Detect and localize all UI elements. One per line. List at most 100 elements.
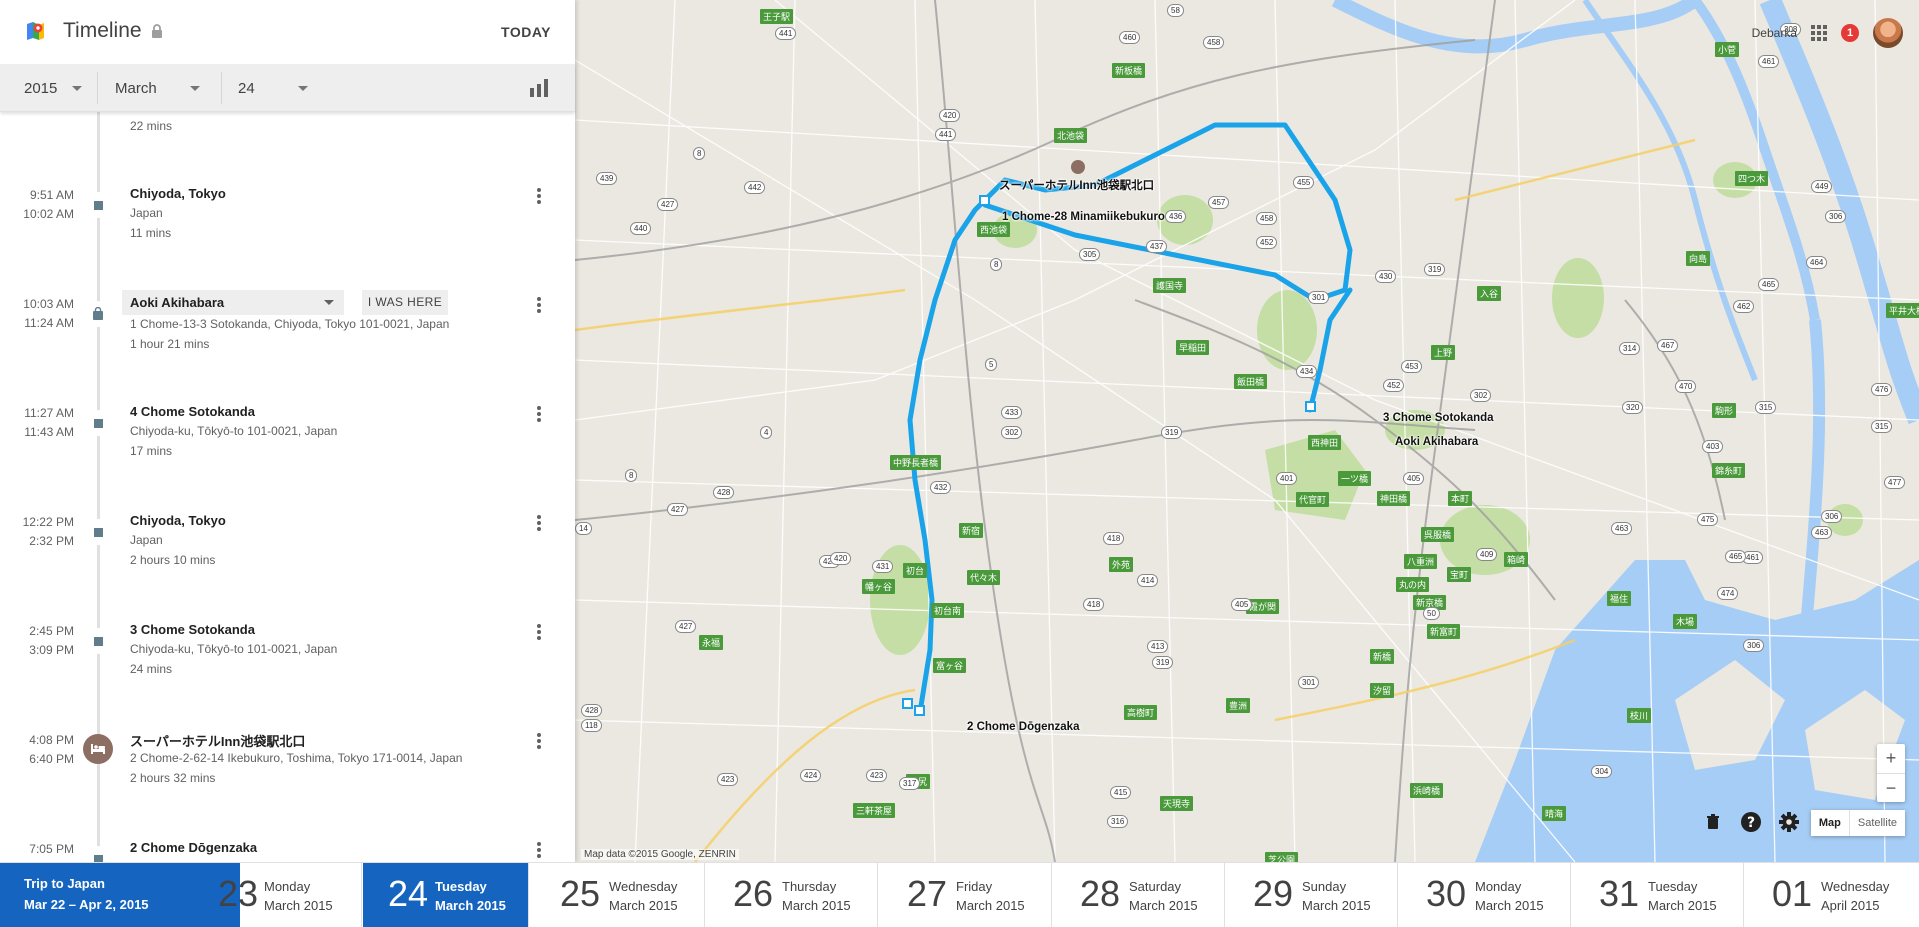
day-tile[interactable]: 23 Monday March 2015 xyxy=(218,863,362,927)
more-vert-icon[interactable] xyxy=(530,403,548,425)
bar-chart-icon[interactable] xyxy=(529,78,549,98)
map-place-label[interactable]: スーパーホテルInn池袋駅北口 xyxy=(999,177,1154,193)
more-vert-icon[interactable] xyxy=(530,185,548,207)
day-tile[interactable]: 29 Sunday March 2015 xyxy=(1228,863,1398,927)
day-tile[interactable]: 27 Friday March 2015 xyxy=(882,863,1052,927)
day-tile[interactable]: 01 Wednesday April 2015 xyxy=(1747,863,1919,927)
map-station-label: 四つ木 xyxy=(1735,171,1769,186)
map-station-label: 芝公園 xyxy=(1265,852,1299,862)
map-route-shield: 462 xyxy=(1733,300,1755,313)
zoom-in-button[interactable]: + xyxy=(1877,744,1905,773)
map-station-label: 王子駅 xyxy=(760,9,794,24)
hotel-icon xyxy=(83,734,113,764)
map-station-label: 早稲田 xyxy=(1176,340,1210,355)
entry-address: 1 Chome-13-3 Sotokanda, Chiyoda, Tokyo 1… xyxy=(130,317,450,331)
map-route-shield: 302 xyxy=(1001,426,1023,439)
day-tile[interactable]: 25 Wednesday March 2015 xyxy=(535,863,705,927)
day-tile[interactable]: 31 Tuesday March 2015 xyxy=(1574,863,1744,927)
more-vert-icon[interactable] xyxy=(530,839,548,861)
more-vert-icon[interactable] xyxy=(530,730,548,752)
map-route-shield: 465 xyxy=(1758,278,1780,291)
day-weekday: Wednesday xyxy=(609,879,678,894)
gear-icon[interactable] xyxy=(1777,810,1801,834)
timeline-entry[interactable]: 10:03 AM 11:24 AM Aoki Akihabara I WAS H… xyxy=(0,290,575,394)
map-route-shield: 427 xyxy=(657,198,679,211)
map-route-shield: 465 xyxy=(1725,550,1747,563)
avatar[interactable] xyxy=(1873,18,1903,48)
entry-end-time: 3:09 PM xyxy=(29,643,74,657)
map-station-label: 三軒茶屋 xyxy=(853,803,896,818)
timeline-entry[interactable]: 7:05 PM 2 Chome Dōgenzaka xyxy=(0,839,575,862)
map-route-shield: 430 xyxy=(1375,270,1397,283)
entry-duration: 24 mins xyxy=(130,662,173,676)
trash-icon[interactable] xyxy=(1701,810,1725,834)
day-month: March 2015 xyxy=(1129,898,1198,913)
entry-name[interactable]: Chiyoda, Tokyo xyxy=(130,513,226,528)
timeline-entry[interactable]: 4:08 PM 6:40 PM スーパーホテルInn池袋駅北口 2 Chome-… xyxy=(0,730,575,830)
map-route-shield: 409 xyxy=(1476,548,1498,561)
map-route-shield: 317 xyxy=(899,777,921,790)
place-select[interactable]: Aoki Akihabara xyxy=(122,290,344,315)
map-place-label[interactable]: Aoki Akihabara xyxy=(1395,436,1478,448)
lock-icon xyxy=(152,24,162,38)
map-station-label: 錦糸町 xyxy=(1712,463,1746,478)
map-route-shield: 457 xyxy=(1208,196,1230,209)
timeline-entry[interactable]: 2:45 PM 3:09 PM 3 Chome Sotokanda Chiyod… xyxy=(0,621,575,721)
map-place-label[interactable]: 3 Chome Sotokanda xyxy=(1383,412,1494,424)
map-route-shield: 424 xyxy=(800,769,822,782)
map-type-satellite[interactable]: Satellite xyxy=(1848,810,1905,836)
more-vert-icon[interactable] xyxy=(530,512,548,534)
user-name[interactable]: Debarka xyxy=(1752,26,1797,40)
divider xyxy=(221,72,222,104)
notifications-badge[interactable]: 1 xyxy=(1841,24,1859,42)
divider xyxy=(97,72,98,104)
entry-end-time: 11:24 AM xyxy=(24,316,74,330)
timeline-list: 22 mins 9:51 AM 10:02 AM Chiyoda, Tokyo … xyxy=(0,112,575,862)
entry-name[interactable]: Chiyoda, Tokyo xyxy=(130,186,226,201)
map-route-shield: 403 xyxy=(1702,440,1724,453)
timeline-entry[interactable]: 11:27 AM 11:43 AM 4 Chome Sotokanda Chiy… xyxy=(0,403,575,503)
day-select[interactable]: 24 xyxy=(238,64,308,112)
map-route-shield: 434 xyxy=(1296,365,1318,378)
month-select[interactable]: March xyxy=(115,64,215,112)
timeline-entry[interactable]: 9:51 AM 10:02 AM Chiyoda, Tokyo Japan 11… xyxy=(0,185,575,285)
day-tile[interactable]: 26 Thursday March 2015 xyxy=(708,863,878,927)
help-icon[interactable]: ? xyxy=(1739,810,1763,834)
today-button[interactable]: TODAY xyxy=(501,24,551,40)
more-vert-icon[interactable] xyxy=(530,294,548,316)
day-weekday: Friday xyxy=(956,879,993,894)
trip-card[interactable]: Trip to Japan Mar 22 – Apr 2, 2015 xyxy=(0,863,240,927)
day-tile[interactable]: 28 Saturday March 2015 xyxy=(1055,863,1225,927)
google-maps-logo-icon[interactable] xyxy=(24,20,46,42)
map-canvas[interactable]: スーパーホテルInn池袋駅北口 1 Chome-28 Minamiikebuku… xyxy=(575,0,1919,862)
day-tile[interactable]: 30 Monday March 2015 xyxy=(1401,863,1571,927)
apps-grid-icon[interactable] xyxy=(1811,25,1827,41)
i-was-here-button[interactable]: I WAS HERE xyxy=(362,290,448,315)
map-place-label[interactable]: 1 Chome-28 Minamiikebukuro xyxy=(1002,211,1165,223)
timeline-entry[interactable]: 12:22 PM 2:32 PM Chiyoda, Tokyo Japan 2 … xyxy=(0,512,575,612)
entry-address: Chiyoda-ku, Tōkyō-to 101-0021, Japan xyxy=(130,424,338,438)
day-weekday: Thursday xyxy=(782,879,837,894)
chevron-down-icon xyxy=(72,86,82,91)
map-route-shield: 458 xyxy=(1256,212,1278,225)
map-route-shield: 427 xyxy=(675,620,697,633)
map-place-label[interactable]: 2 Chome Dōgenzaka xyxy=(967,721,1079,733)
day-tile-selected[interactable]: 24 Tuesday March 2015 xyxy=(363,863,529,927)
map-attribution[interactable]: Map data ©2015 Google, ZENRIN xyxy=(581,849,739,860)
map-route-shield: 415 xyxy=(1110,786,1132,799)
entry-name[interactable]: 2 Chome Dōgenzaka xyxy=(130,840,257,855)
map-route-shield: 433 xyxy=(1001,406,1023,419)
zoom-out-button[interactable]: − xyxy=(1877,774,1905,803)
more-vert-icon[interactable] xyxy=(530,621,548,643)
stop-marker-icon xyxy=(85,846,111,862)
entry-name[interactable]: 4 Chome Sotokanda xyxy=(130,404,255,419)
year-select[interactable]: 2015 xyxy=(24,64,84,112)
entry-name[interactable]: 3 Chome Sotokanda xyxy=(130,622,255,637)
map-route-shield: 470 xyxy=(1675,380,1697,393)
map-route-shield: 463 xyxy=(1611,522,1633,535)
entry-name[interactable]: スーパーホテルInn池袋駅北口 xyxy=(130,731,305,750)
map-route-shield: 315 xyxy=(1755,401,1777,414)
map-station-label: 西神田 xyxy=(1308,435,1342,450)
map-type-map[interactable]: Map xyxy=(1811,810,1849,836)
day-number: 31 xyxy=(1599,873,1640,914)
